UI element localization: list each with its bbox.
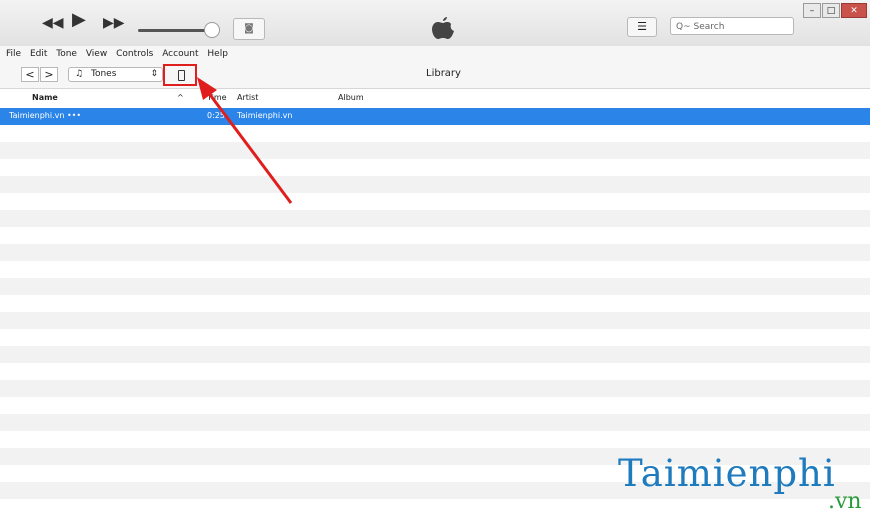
media-type-label: Tones <box>91 69 117 79</box>
menu-view[interactable]: View <box>86 46 107 62</box>
empty-row <box>0 142 870 159</box>
table-row[interactable]: Taimienphi.vn ••• 0:25 Taimienphi.vn <box>0 108 870 125</box>
rewind-icon[interactable]: ◀◀ <box>42 14 64 32</box>
empty-row <box>0 176 870 193</box>
empty-row <box>0 244 870 261</box>
row-artist: Taimienphi.vn <box>237 111 293 120</box>
menu-file[interactable]: File <box>6 46 21 62</box>
apple-logo-icon <box>432 17 454 39</box>
device-button[interactable] <box>163 64 197 86</box>
close-button[interactable]: ✕ <box>841 3 867 18</box>
back-button[interactable]: < <box>21 67 39 82</box>
minimize-button[interactable]: – <box>803 3 821 18</box>
empty-row <box>0 414 870 431</box>
col-time[interactable]: Time <box>207 93 227 102</box>
menu-account[interactable]: Account <box>162 46 198 62</box>
col-name[interactable]: Name <box>32 93 58 102</box>
empty-row <box>0 227 870 244</box>
empty-row <box>0 380 870 397</box>
row-name: Taimienphi.vn ••• <box>9 111 82 120</box>
col-artist[interactable]: Artist <box>237 93 258 102</box>
list-view-button[interactable]: ☰ <box>627 17 657 37</box>
empty-row <box>0 312 870 329</box>
forward-button[interactable]: > <box>40 67 58 82</box>
menu-bar: File Edit Tone View Controls Account Hel… <box>0 46 870 62</box>
menu-tone[interactable]: Tone <box>56 46 77 62</box>
fast-forward-icon[interactable]: ▶▶ <box>103 14 125 32</box>
maximize-button[interactable]: □ <box>822 3 840 18</box>
empty-row <box>0 397 870 414</box>
empty-row <box>0 295 870 312</box>
airplay-icon: ◙ <box>244 23 254 34</box>
play-icon[interactable]: ▶ <box>72 11 86 29</box>
tones-icon: ♫ <box>75 69 84 79</box>
title-bar: ◀◀ ▶ ▶▶ ◙ ☰ Q~ Search – □ ✕ <box>0 0 870 47</box>
menu-help[interactable]: Help <box>207 46 228 62</box>
search-input[interactable]: Q~ Search <box>670 17 794 35</box>
empty-row <box>0 363 870 380</box>
col-album[interactable]: Album <box>338 93 364 102</box>
chevron-updown-icon: ⇕ <box>150 69 158 79</box>
iphone-icon <box>178 70 185 81</box>
empty-row <box>0 210 870 227</box>
empty-row <box>0 193 870 210</box>
column-header: Name ^ Time Artist Album <box>0 89 870 106</box>
menu-controls[interactable]: Controls <box>116 46 153 62</box>
media-type-select[interactable]: ♫ Tones ⇕ <box>68 67 163 82</box>
toolbar: < > ♫ Tones ⇕ Library <box>0 62 870 89</box>
empty-row <box>0 125 870 142</box>
empty-row <box>0 346 870 363</box>
list-icon: ☰ <box>637 20 647 33</box>
empty-row <box>0 431 870 448</box>
watermark-logo: Taimienphi <box>618 452 836 495</box>
volume-knob[interactable] <box>204 22 220 38</box>
empty-row <box>0 261 870 278</box>
empty-row <box>0 159 870 176</box>
watermark-suffix: .vn <box>828 489 862 514</box>
menu-edit[interactable]: Edit <box>30 46 47 62</box>
window-controls: – □ ✕ <box>803 3 868 19</box>
library-label: Library <box>426 68 461 79</box>
airplay-button[interactable]: ◙ <box>233 18 265 40</box>
row-time: 0:25 <box>207 111 225 120</box>
volume-slider[interactable] <box>138 29 214 32</box>
sort-ascending-icon[interactable]: ^ <box>177 93 184 102</box>
empty-row <box>0 329 870 346</box>
empty-row <box>0 278 870 295</box>
